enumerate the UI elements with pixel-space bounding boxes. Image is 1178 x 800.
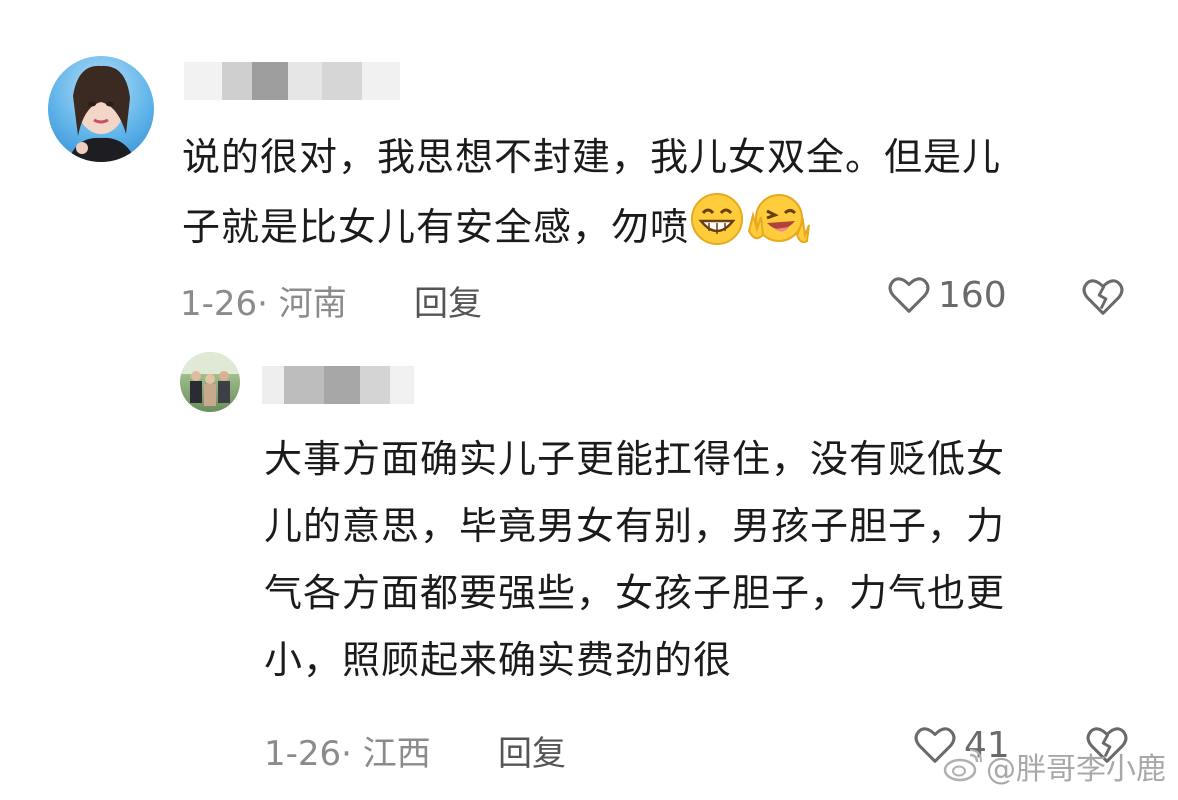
meta-separator: ·: [341, 734, 363, 774]
reply-text: 大事方面确实儿子更能扛得住，没有贬低女 儿的意思，毕竟男女有别，男孩子胆子，力 …: [264, 426, 1144, 694]
comment-meta: 1-26· 河南: [180, 276, 347, 325]
username-redacted[interactable]: [184, 62, 400, 100]
comment-date: 1-26: [180, 284, 258, 324]
heart-icon: [888, 277, 930, 313]
dislike-button[interactable]: [1080, 274, 1126, 324]
like-count: 160: [938, 274, 1007, 316]
comment-location: 河南: [278, 284, 347, 324]
winking-victory-face-icon: [745, 191, 811, 268]
watermark: @胖哥李小鹿: [942, 744, 1166, 788]
comment-text: 说的很对，我思想不封建，我儿女双全。但是儿 子就是比女儿有安全感，勿喷: [182, 124, 1142, 268]
like-button[interactable]: 160: [886, 272, 1007, 318]
comment-thread: 说的很对，我思想不封建，我儿女双全。但是儿 子就是比女儿有安全感，勿喷 1-26…: [0, 0, 1178, 800]
reply-date: 1-26: [264, 734, 342, 774]
weibo-icon: [943, 749, 982, 782]
reply-meta: 1-26· 江西: [264, 726, 431, 775]
username-redacted[interactable]: [262, 366, 414, 404]
avatar[interactable]: [48, 56, 154, 162]
reply-button[interactable]: 回复: [414, 276, 482, 325]
comment-text-line: 说的很对，我思想不封建，我儿女双全。但是儿: [182, 135, 1002, 179]
comment-text-line-2: 子就是比女儿有安全感，勿喷: [182, 205, 690, 249]
grinning-face-icon: [689, 191, 745, 268]
comment-text-line: 子就是比女儿有安全感，勿喷: [182, 191, 1142, 268]
reply-text-line: 大事方面确实儿子更能扛得住，没有贬低女: [264, 437, 1006, 481]
reply-text-line: 小，照顾起来确实费劲的很: [264, 638, 733, 682]
broken-heart-icon: [1082, 279, 1124, 315]
avatar[interactable]: [180, 352, 240, 412]
watermark-text: @胖哥李小鹿: [986, 752, 1166, 787]
avatar-portrait-icon: [68, 65, 136, 162]
meta-separator: ·: [257, 284, 279, 324]
reply-text-line: 儿的意思，毕竟男女有别，男孩子胆子，力: [264, 504, 1006, 548]
reply-location: 江西: [362, 734, 431, 774]
reply-button[interactable]: 回复: [498, 726, 566, 775]
reply-text-line: 气各方面都要强些，女孩子胆子，力气也更: [264, 571, 1006, 615]
avatar-group-photo-icon: [180, 352, 240, 406]
